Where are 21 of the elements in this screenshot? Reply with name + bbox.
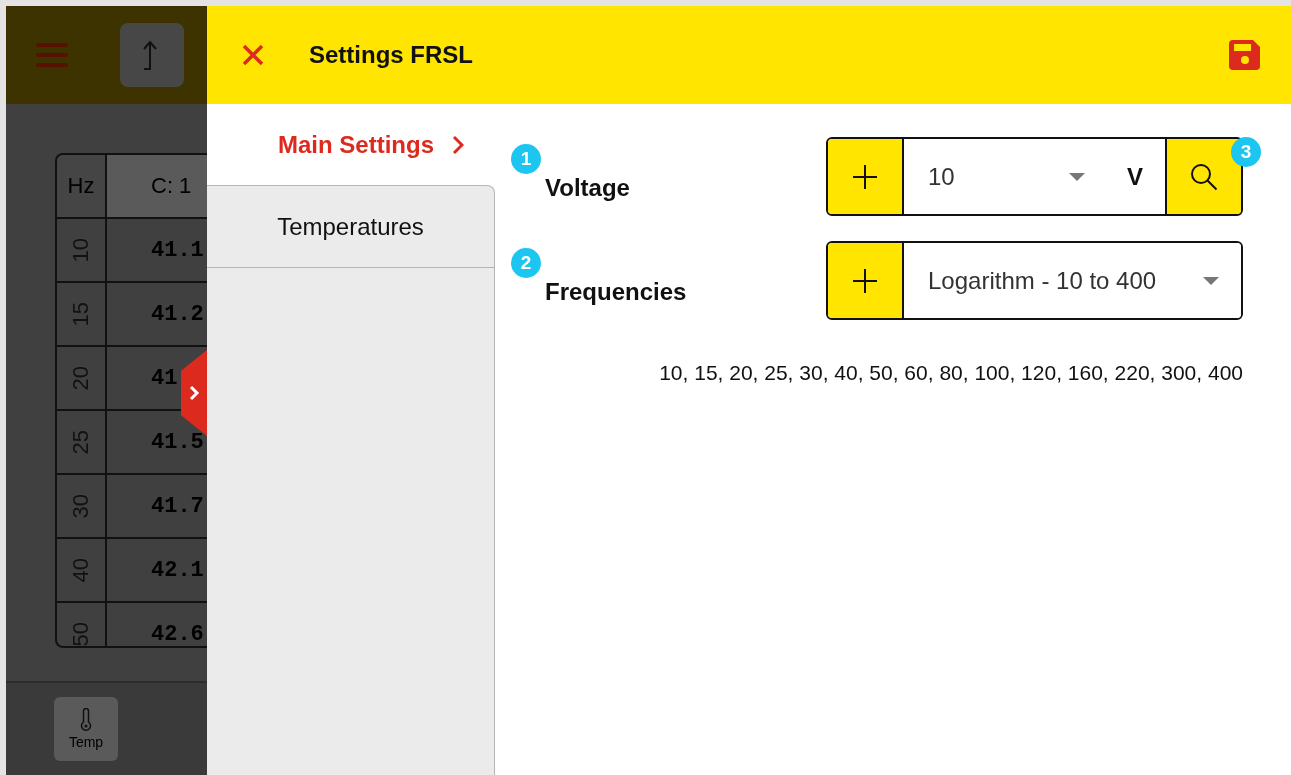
table-cell: 41.1 [151, 237, 204, 263]
frequency-list: 10, 15, 20, 25, 30, 40, 50, 60, 80, 100, 120, 160, 220, 300, 400 [533, 361, 1243, 385]
table-cell: 42.1 [151, 557, 204, 583]
setting-label: Frequencies [545, 277, 687, 306]
save-button[interactable] [1229, 39, 1261, 71]
step-badge: 1 [511, 143, 541, 174]
column-header: Hz [57, 155, 107, 217]
column-header: C: 1 [107, 155, 207, 217]
panel-title: Settings FRSL [309, 41, 474, 69]
thermometer-icon [80, 708, 92, 732]
setting-label: Voltage [545, 173, 630, 202]
close-button[interactable] [241, 43, 265, 67]
table-cell: 41.2 [151, 301, 204, 327]
table-cell: 41.7 [151, 493, 204, 519]
table-cell: 41.5 [151, 429, 204, 455]
table-cell: 42.6 [151, 621, 204, 646]
chevron-right-icon [452, 134, 464, 155]
step-badge: 2 [511, 247, 541, 278]
table-cell: 41 [151, 365, 178, 391]
nav-tab[interactable]: Temperatures [207, 185, 495, 268]
chevron-right-icon [188, 385, 200, 401]
